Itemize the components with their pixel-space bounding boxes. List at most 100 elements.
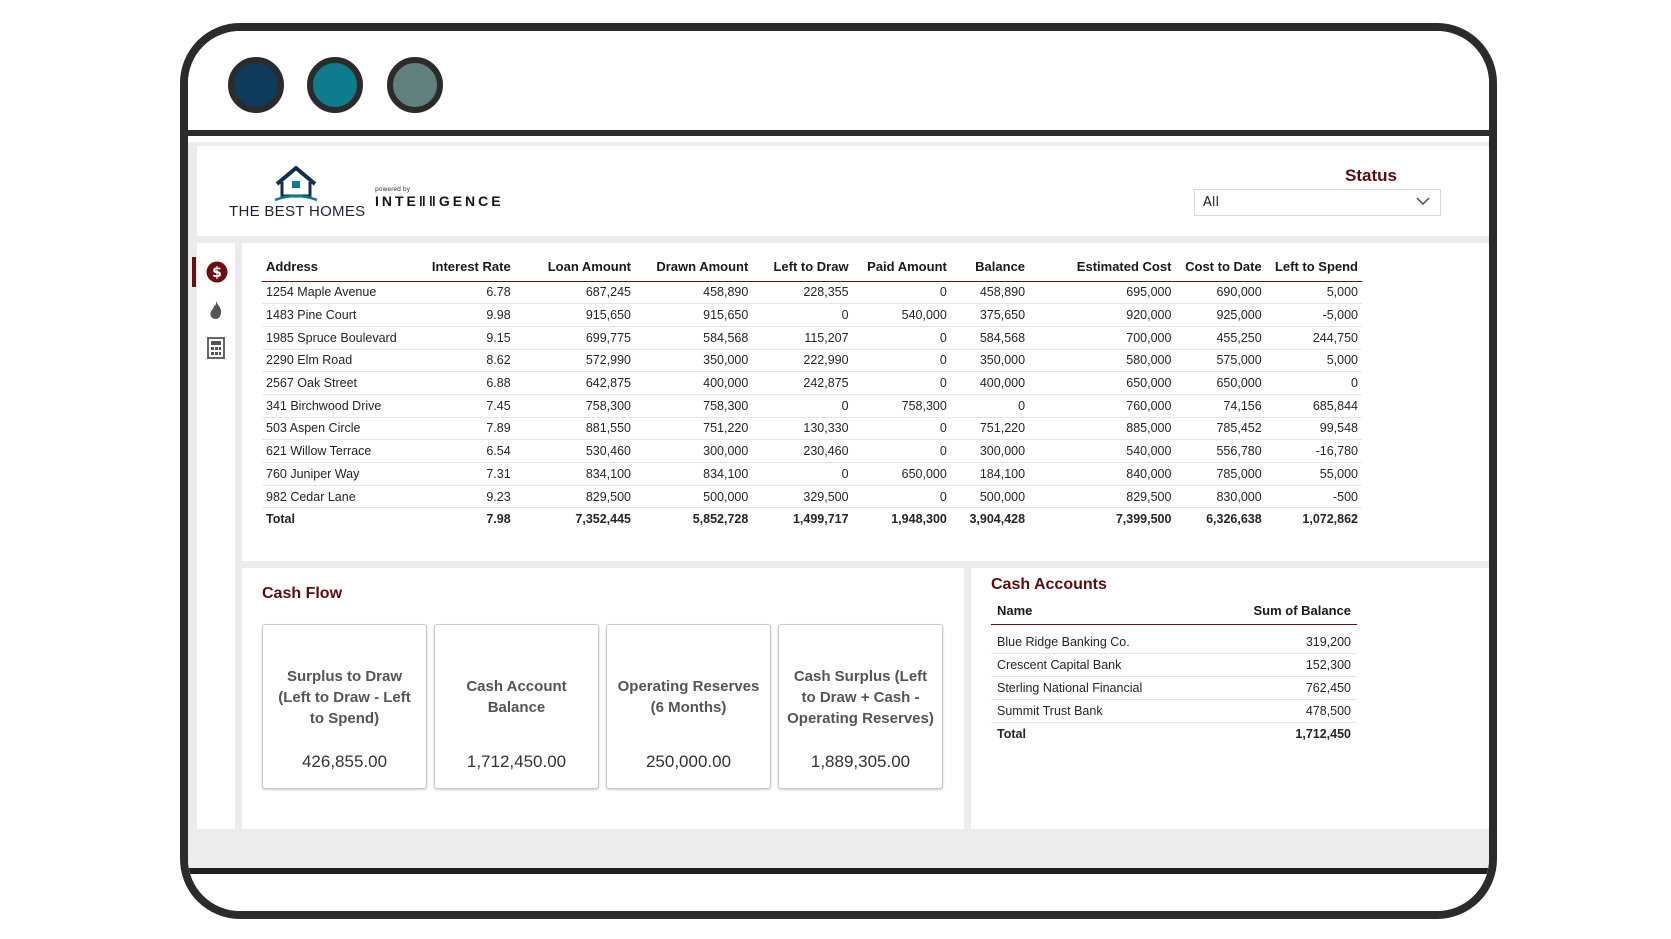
kpi-card-cash-surplus[interactable]: Cash Surplus (Left to Draw + Cash - Oper… bbox=[778, 624, 943, 789]
column-header[interactable]: Address bbox=[262, 253, 413, 282]
cell: 695,000 bbox=[1029, 281, 1176, 305]
cell-address: 2290 Elm Road bbox=[262, 349, 413, 373]
table-row[interactable]: 1985 Spruce Boulevard 9.15 699,775 584,568 1… bbox=[262, 326, 1362, 350]
kpi-card-cash-account-balance[interactable]: Cash Account Balance 1,712,450.00 bbox=[434, 624, 599, 789]
total-cell: 1,072,862 bbox=[1265, 507, 1362, 531]
loan-table-panel: Address Interest Rate Loan Amount Drawn … bbox=[242, 243, 1489, 561]
window-dot-teal[interactable] bbox=[307, 57, 363, 113]
cash-accounts-title: Cash Accounts bbox=[991, 576, 1107, 593]
total-cell: 1,499,717 bbox=[752, 507, 853, 531]
total-label: Total bbox=[991, 721, 1207, 745]
nav-item-calculator[interactable] bbox=[197, 333, 235, 363]
table-row[interactable]: 1483 Pine Court 9.98 915,650 915,650 0 540,00… bbox=[262, 303, 1362, 327]
cell: 500,000 bbox=[950, 485, 1030, 509]
cell: 9.98 bbox=[412, 303, 515, 327]
table-header-row: Address Interest Rate Loan Amount Drawn … bbox=[262, 253, 1362, 282]
total-cell: 5,852,728 bbox=[635, 507, 753, 531]
cell: 300,000 bbox=[635, 439, 753, 463]
kpi-card-value: 250,000.00 bbox=[645, 752, 732, 771]
status-dropdown[interactable]: All bbox=[1194, 189, 1441, 216]
cell: 0 bbox=[950, 394, 1030, 418]
header-panel: THE BEST HOMES powered by INTE‖‖GENCE St… bbox=[197, 146, 1489, 236]
cell: 458,890 bbox=[635, 281, 753, 305]
cell: 228,355 bbox=[752, 281, 853, 305]
column-header[interactable]: Interest Rate bbox=[412, 253, 515, 282]
column-header[interactable]: Estimated Cost bbox=[1029, 253, 1176, 282]
cell: 915,650 bbox=[514, 303, 635, 327]
cell-address: 1254 Maple Avenue bbox=[262, 281, 413, 305]
table-row[interactable]: Sterling National Financial 762,450 bbox=[991, 676, 1357, 700]
side-nav: $ bbox=[192, 243, 235, 829]
window-dot-gray[interactable] bbox=[387, 57, 443, 113]
kpi-card-title: Operating Reserves (6 Months) bbox=[617, 678, 760, 716]
column-header[interactable]: Name bbox=[991, 598, 1207, 625]
nav-item-burn[interactable] bbox=[197, 295, 235, 325]
cell: 500,000 bbox=[635, 485, 753, 509]
cell: 540,000 bbox=[852, 303, 951, 327]
cell: 9.23 bbox=[412, 485, 515, 509]
table-row[interactable]: Summit Trust Bank 478,500 bbox=[991, 699, 1357, 723]
cell: 530,460 bbox=[514, 439, 635, 463]
total-cell: 7,352,445 bbox=[514, 507, 635, 531]
cell: 758,300 bbox=[852, 394, 951, 418]
table-row[interactable]: 503 Aspen Circle 7.89 881,550 751,220 130,33… bbox=[262, 417, 1362, 441]
column-header[interactable]: Balance bbox=[950, 253, 1030, 282]
cell: 6.88 bbox=[412, 371, 515, 395]
total-cell: 7,399,500 bbox=[1029, 507, 1176, 531]
cell: 8.62 bbox=[412, 349, 515, 373]
cell: 584,568 bbox=[635, 326, 753, 350]
cell: 830,000 bbox=[1175, 485, 1266, 509]
cell: 400,000 bbox=[635, 371, 753, 395]
column-header[interactable]: Left to Draw bbox=[752, 253, 853, 282]
account-balance: 762,450 bbox=[1206, 676, 1357, 700]
cell: 584,568 bbox=[950, 326, 1030, 350]
cell: 540,000 bbox=[1029, 439, 1176, 463]
cell: 834,100 bbox=[514, 462, 635, 486]
cell: 350,000 bbox=[950, 349, 1030, 373]
cell: 700,000 bbox=[1029, 326, 1176, 350]
cash-accounts-panel: Cash Accounts Name Sum of Balance Blue R… bbox=[971, 568, 1489, 829]
nav-item-finance[interactable]: $ bbox=[192, 257, 235, 287]
table-row[interactable]: 1254 Maple Avenue 6.78 687,245 458,890 228,3… bbox=[262, 281, 1362, 305]
window-dot-navy[interactable] bbox=[228, 57, 284, 113]
cell: 687,245 bbox=[514, 281, 635, 305]
column-header[interactable]: Cost to Date bbox=[1175, 253, 1266, 282]
cell: 7.45 bbox=[412, 394, 515, 418]
cell: 0 bbox=[852, 439, 951, 463]
cell: -500 bbox=[1265, 485, 1362, 509]
kpi-card-operating-reserves[interactable]: Operating Reserves (6 Months) 250,000.00 bbox=[606, 624, 771, 789]
column-header[interactable]: Paid Amount bbox=[852, 253, 951, 282]
account-balance: 478,500 bbox=[1206, 699, 1357, 723]
cell: 458,890 bbox=[950, 281, 1030, 305]
table-row[interactable]: 2290 Elm Road 8.62 572,990 350,000 222,990 0 3… bbox=[262, 349, 1362, 373]
cell: 556,780 bbox=[1175, 439, 1266, 463]
kpi-card-title: Cash Account Balance bbox=[466, 678, 567, 716]
table-row[interactable]: 760 Juniper Way 7.31 834,100 834,100 0 650,00… bbox=[262, 462, 1362, 486]
cell: 7.89 bbox=[412, 417, 515, 441]
table-row[interactable]: 621 Willow Terrace 6.54 530,460 300,000 230,… bbox=[262, 439, 1362, 463]
cell: 0 bbox=[752, 303, 853, 327]
kpi-card-title: Surplus to Draw (Left to Draw - Left to … bbox=[278, 667, 411, 727]
table-row[interactable]: Crescent Capital Bank 152,300 bbox=[991, 653, 1357, 677]
column-header[interactable]: Drawn Amount bbox=[635, 253, 753, 282]
kpi-card-value: 426,855.00 bbox=[301, 752, 388, 771]
cell: 5,000 bbox=[1265, 349, 1362, 373]
account-name: Crescent Capital Bank bbox=[991, 653, 1207, 677]
cell: 244,750 bbox=[1265, 326, 1362, 350]
table-row[interactable]: 2567 Oak Street 6.88 642,875 400,000 242,875… bbox=[262, 371, 1362, 395]
cell: 699,775 bbox=[514, 326, 635, 350]
column-header[interactable]: Left to Spend bbox=[1265, 253, 1362, 282]
column-header[interactable]: Sum of Balance bbox=[1206, 598, 1357, 625]
kpi-card-surplus-to-draw[interactable]: Surplus to Draw (Left to Draw - Left to … bbox=[262, 624, 427, 789]
cell: 184,100 bbox=[950, 462, 1030, 486]
kpi-card-value: 1,712,450.00 bbox=[466, 752, 567, 771]
column-header[interactable]: Loan Amount bbox=[514, 253, 635, 282]
table-row[interactable]: Blue Ridge Banking Co. 319,200 bbox=[991, 624, 1357, 654]
status-filter-label: Status bbox=[1345, 166, 1397, 185]
table-total-row: Total 1,712,450 bbox=[991, 721, 1357, 745]
table-row[interactable]: 982 Cedar Lane 9.23 829,500 500,000 329,500 0… bbox=[262, 485, 1362, 509]
cell: 785,000 bbox=[1175, 462, 1266, 486]
cell: 829,500 bbox=[1029, 485, 1176, 509]
cell: 760,000 bbox=[1029, 394, 1176, 418]
table-row[interactable]: 341 Birchwood Drive 7.45 758,300 758,300 0 75… bbox=[262, 394, 1362, 418]
